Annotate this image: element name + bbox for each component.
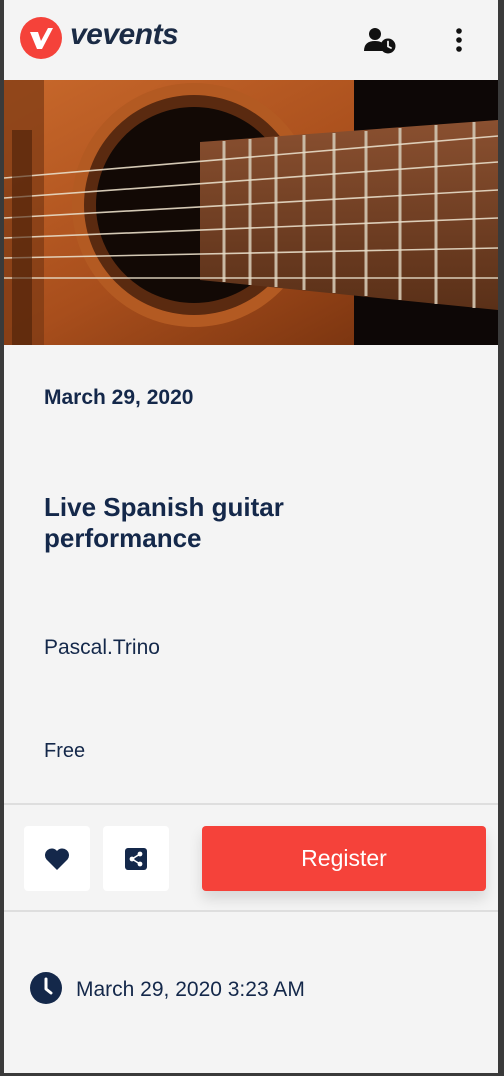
share-icon	[125, 847, 147, 870]
top-bar: vevents	[4, 0, 498, 80]
event-title: Live Spanish guitar performance	[44, 492, 284, 553]
event-date: March 29, 2020	[44, 386, 194, 409]
more-vertical-icon[interactable]	[444, 22, 474, 58]
divider	[4, 803, 498, 805]
event-price: Free	[44, 740, 86, 762]
event-datetime: March 29, 2020 3:23 AM	[76, 978, 305, 1001]
clock-icon	[30, 972, 62, 1004]
app-frame: vevents March 29, 2020 Live Spanish guit…	[4, 0, 498, 1073]
event-organizer[interactable]: Pascal.Trino	[44, 636, 160, 660]
vevents-logo-icon[interactable]	[20, 17, 62, 59]
divider	[4, 910, 498, 912]
like-button[interactable]	[24, 826, 90, 891]
share-button[interactable]	[103, 826, 169, 891]
brand-name[interactable]: vevents	[70, 18, 179, 52]
event-image	[4, 80, 498, 345]
user-clock-icon[interactable]	[360, 22, 400, 58]
register-button[interactable]: Register	[202, 826, 486, 891]
heart-icon	[44, 847, 70, 870]
